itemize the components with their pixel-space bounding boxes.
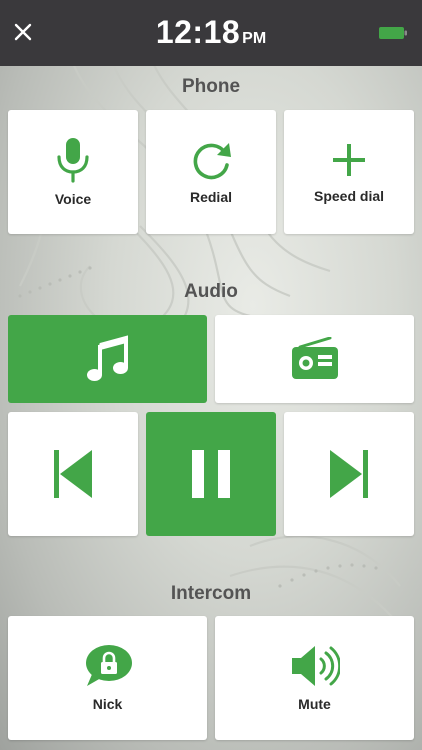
- previous-track-button[interactable]: [8, 412, 138, 536]
- radio-source-button[interactable]: [215, 315, 414, 403]
- plus-icon: [333, 144, 365, 176]
- next-track-icon: [330, 450, 368, 498]
- music-note-icon: [86, 335, 128, 381]
- speaker-icon: [291, 646, 340, 686]
- clock: 12:18 PM: [0, 14, 422, 51]
- battery-icon: [379, 27, 407, 39]
- phone-section-title: Phone: [181, 76, 241, 97]
- intercom-section-title: Intercom: [170, 583, 252, 604]
- voice-button[interactable]: Voice: [8, 110, 138, 234]
- redial-label: Redial: [189, 189, 232, 205]
- mute-button[interactable]: Mute: [215, 616, 414, 740]
- clock-time: 12:18: [155, 14, 241, 50]
- pause-icon: [192, 450, 230, 498]
- audio-section-title: Audio: [184, 281, 238, 302]
- music-source-button[interactable]: [8, 315, 207, 403]
- status-bar: 12:18 PM: [0, 0, 422, 66]
- mute-label: Mute: [298, 696, 331, 712]
- pause-button[interactable]: [146, 412, 276, 536]
- redial-button[interactable]: Redial: [146, 110, 276, 234]
- clock-ampm: PM: [242, 30, 267, 47]
- previous-track-icon: [54, 450, 92, 498]
- voice-label: Voice: [54, 191, 92, 207]
- nick-button[interactable]: Nick: [8, 616, 207, 740]
- radio-icon: [291, 337, 338, 379]
- speed-dial-label: Speed dial: [313, 188, 385, 204]
- nick-label: Nick: [92, 696, 123, 712]
- speed-dial-button[interactable]: Speed dial: [284, 110, 414, 234]
- next-track-button[interactable]: [284, 412, 414, 536]
- redial-icon: [193, 143, 231, 180]
- chat-lock-icon: [85, 645, 132, 686]
- microphone-icon: [57, 138, 89, 183]
